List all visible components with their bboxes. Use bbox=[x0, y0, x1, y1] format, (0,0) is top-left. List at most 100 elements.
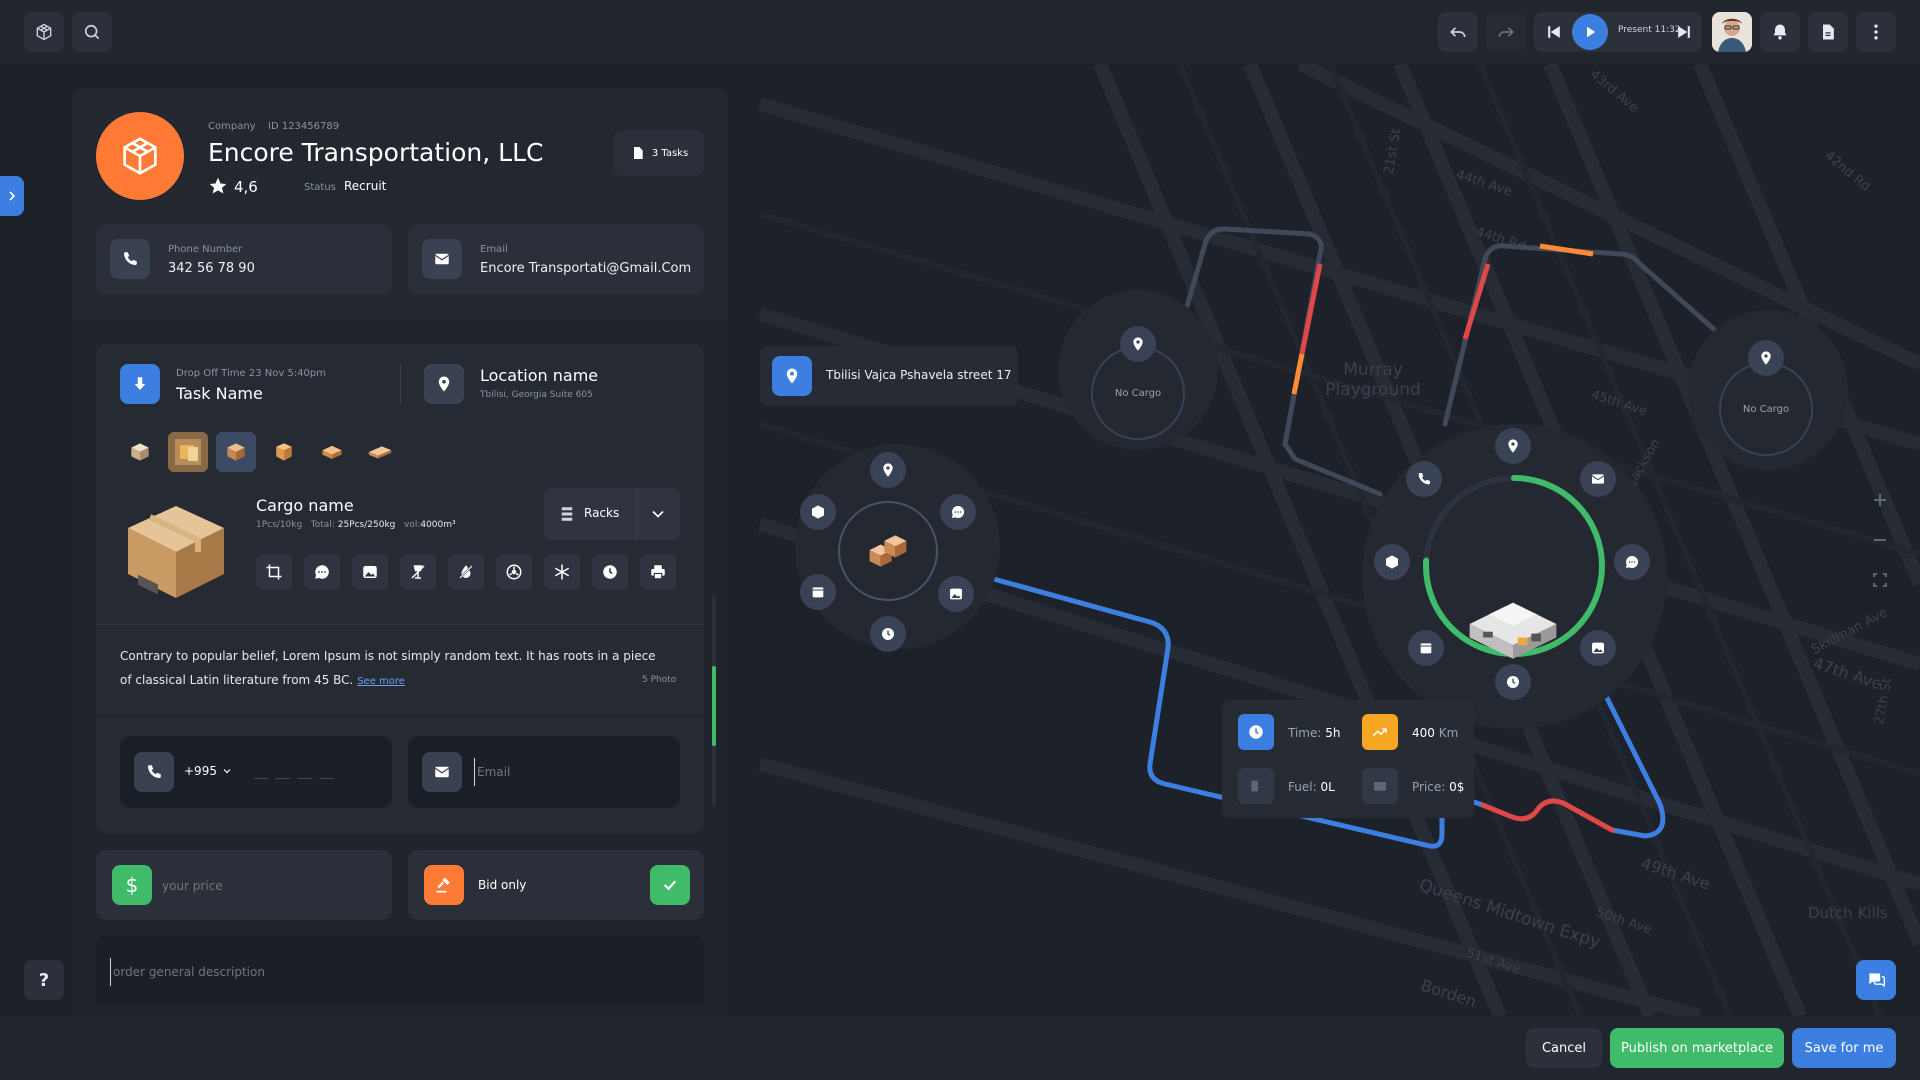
check-icon bbox=[663, 880, 677, 891]
address-text: Tbilisi Vajca Pshavela street 17 bbox=[826, 368, 1012, 382]
warehouse-chat-icon[interactable] bbox=[1614, 544, 1650, 580]
fullscreen-icon[interactable] bbox=[1868, 568, 1892, 592]
fuel-icon bbox=[1238, 768, 1274, 804]
company-logo bbox=[96, 112, 184, 200]
cargo-node-center[interactable] bbox=[838, 501, 938, 601]
task-divider bbox=[400, 364, 401, 404]
next-icon[interactable] bbox=[1674, 22, 1694, 42]
crop-icon[interactable] bbox=[256, 554, 292, 590]
cargo-thumb-4[interactable] bbox=[264, 432, 304, 472]
chevron-right-icon bbox=[9, 191, 16, 201]
help-button[interactable]: ? bbox=[24, 960, 64, 1000]
email-card[interactable]: Email Encore Transportati@Gmail.Com bbox=[408, 224, 704, 294]
comment-icon[interactable] bbox=[304, 554, 340, 590]
clock-icon[interactable] bbox=[592, 554, 628, 590]
sidebar-expand-button[interactable] bbox=[0, 176, 24, 216]
no-cargo-2-pin-icon[interactable] bbox=[1748, 340, 1784, 376]
top-bar: Present 11:32 bbox=[0, 0, 1920, 64]
phone-input-icon bbox=[134, 752, 174, 792]
play-button[interactable] bbox=[1572, 14, 1608, 50]
cargo-thumb-6[interactable] bbox=[360, 432, 400, 472]
fragile-icon[interactable] bbox=[400, 554, 436, 590]
price-input[interactable] bbox=[162, 872, 372, 900]
previous-icon[interactable] bbox=[1544, 22, 1564, 42]
avatar[interactable] bbox=[1712, 12, 1752, 52]
search-icon[interactable] bbox=[72, 12, 112, 52]
phone-card[interactable]: Phone Number 342 56 78 90 bbox=[96, 224, 392, 294]
warehouse-mail-icon[interactable] bbox=[1580, 461, 1616, 497]
price-input-group: $ bbox=[96, 850, 392, 920]
help-icon: ? bbox=[38, 969, 50, 991]
see-more-link[interactable]: See more bbox=[357, 676, 405, 687]
no-moisture-icon[interactable] bbox=[448, 554, 484, 590]
cargo-specs: 1Pcs/10kg Total: 25Pcs/250kg vol:4000m³ bbox=[256, 520, 456, 530]
cargo-thumb-3-selected[interactable] bbox=[216, 432, 256, 472]
email-icon bbox=[422, 239, 462, 279]
cargo-boxes-icon bbox=[869, 535, 907, 567]
node-box-icon[interactable] bbox=[800, 494, 836, 530]
location-pin-icon bbox=[424, 364, 464, 404]
country-code-select[interactable]: +995 bbox=[184, 764, 233, 778]
dollar-icon: $ bbox=[112, 865, 152, 905]
warehouse-calendar-icon[interactable] bbox=[1408, 630, 1444, 666]
status-value: Recruit bbox=[344, 179, 387, 193]
node-calendar-icon[interactable] bbox=[800, 574, 836, 610]
form-divider bbox=[96, 716, 704, 717]
email-input[interactable] bbox=[474, 758, 664, 786]
warehouse-pin-icon[interactable] bbox=[1495, 428, 1531, 464]
warehouse-building-icon bbox=[1460, 584, 1566, 664]
redo-icon[interactable] bbox=[1486, 12, 1526, 52]
printer-icon[interactable] bbox=[640, 554, 676, 590]
node-location-icon[interactable] bbox=[870, 452, 906, 488]
publish-button[interactable]: Publish on marketplace bbox=[1610, 1028, 1784, 1068]
status-label: Status bbox=[304, 182, 336, 193]
warehouse-clock-icon[interactable] bbox=[1495, 664, 1531, 700]
cargo-total-value: 25Pcs/250kg bbox=[337, 520, 396, 530]
star-icon bbox=[208, 176, 228, 196]
warehouse-phone-icon[interactable] bbox=[1406, 461, 1442, 497]
route-stats-card: Time: 5h 400 Km Fuel: 0L Price: 0$ bbox=[1222, 700, 1474, 818]
photo-icon[interactable] bbox=[352, 554, 388, 590]
racks-divider bbox=[636, 488, 637, 540]
order-panel: Company ID 123456789 Encore Transportati… bbox=[72, 88, 728, 1016]
cargo-divider bbox=[96, 624, 704, 625]
more-vertical-icon[interactable] bbox=[1856, 12, 1896, 52]
warehouse-box-icon[interactable] bbox=[1374, 544, 1410, 580]
node-image-icon[interactable] bbox=[938, 576, 974, 612]
cargo-thumb-1[interactable] bbox=[120, 432, 160, 472]
racks-dropdown[interactable]: Racks bbox=[544, 488, 680, 540]
cargo-thumb-5[interactable] bbox=[312, 432, 352, 472]
zoom-out-icon[interactable] bbox=[1868, 528, 1892, 552]
undo-icon[interactable] bbox=[1438, 12, 1478, 52]
snowflake-icon[interactable] bbox=[544, 554, 580, 590]
description-group bbox=[96, 936, 704, 1006]
presenter-controls: Present 11:32 bbox=[1534, 12, 1702, 52]
address-pin-icon bbox=[772, 356, 812, 396]
warehouse-image-icon[interactable] bbox=[1580, 630, 1616, 666]
zoom-in-icon[interactable] bbox=[1868, 488, 1892, 512]
cargo-thumb-2[interactable] bbox=[168, 432, 208, 472]
no-cargo-1-pin-icon[interactable] bbox=[1120, 326, 1156, 362]
fuel-stat: Fuel: 0L bbox=[1288, 780, 1335, 794]
save-button[interactable]: Save for me bbox=[1792, 1028, 1896, 1068]
radiation-icon[interactable] bbox=[496, 554, 532, 590]
node-chat-icon[interactable] bbox=[940, 494, 976, 530]
time-label: Time: bbox=[1288, 726, 1322, 740]
cargo-total-label: Total: bbox=[310, 520, 335, 530]
scrollbar-thumb[interactable] bbox=[712, 666, 716, 746]
tasks-button[interactable]: 3 Tasks bbox=[614, 130, 704, 176]
bid-only-checkbox[interactable] bbox=[650, 865, 690, 905]
node-clock-icon[interactable] bbox=[870, 616, 906, 652]
description-input[interactable] bbox=[110, 958, 680, 986]
chat-support-button[interactable] bbox=[1856, 960, 1896, 1000]
phone-input[interactable] bbox=[254, 758, 380, 786]
time-stat: Time: 5h bbox=[1288, 726, 1341, 740]
logo-icon[interactable] bbox=[24, 12, 64, 52]
distance-unit: Km bbox=[1438, 726, 1459, 740]
address-tooltip: Tbilisi Vajca Pshavela street 17 bbox=[760, 346, 1018, 406]
bell-icon[interactable] bbox=[1760, 12, 1800, 52]
cancel-button[interactable]: Cancel bbox=[1526, 1028, 1602, 1068]
bid-only-option[interactable]: Bid only bbox=[408, 850, 704, 920]
chevron-down-icon[interactable] bbox=[648, 504, 668, 524]
document-icon[interactable] bbox=[1808, 12, 1848, 52]
